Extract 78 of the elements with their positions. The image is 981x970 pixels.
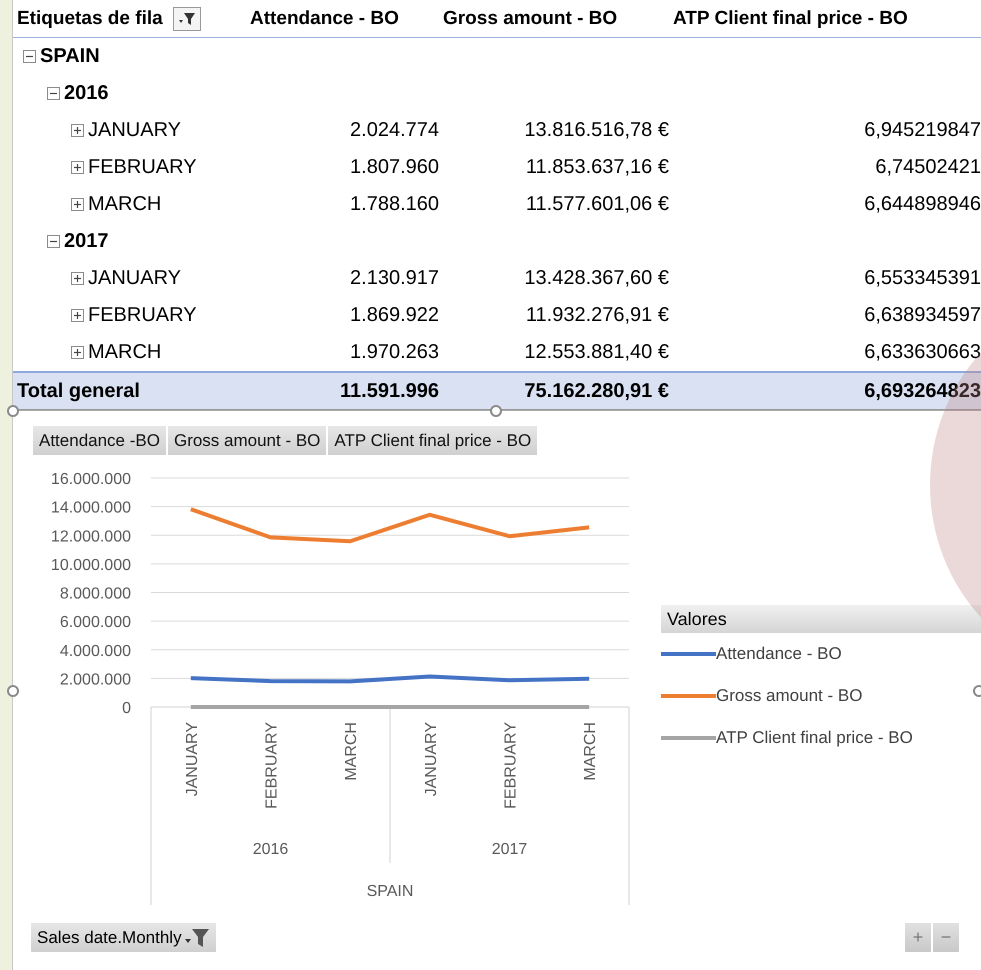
row-label: FEBRUARY [88,156,197,179]
table-cell: 12.553.881,40 € [524,341,669,363]
table-cell: 6,693264823 [864,380,981,402]
row-label: MARCH [88,193,162,216]
axis-tick-label: 0 [122,700,131,717]
table-cell: 11.932.276,91 € [526,304,669,326]
filter-button[interactable] [172,6,201,30]
expand-icon[interactable] [71,161,84,174]
axis-tick-label: 12.000.000 [50,528,131,546]
row-label: SPAIN [40,45,100,68]
axis-tick-label: 14.000.000 [50,500,131,517]
group-label: 2016 [252,841,288,858]
legend-label: Gross amount - BO [716,686,862,706]
table-cell: 13.428.367,60 € [524,267,669,289]
field-button[interactable]: ATP Client final price - BO [328,426,538,455]
table-cell: 2.130.917 [350,267,439,289]
filter-icon [184,926,210,948]
table-cell: 6,644898946 [864,193,981,215]
table-cell: 11.853.637,16 € [526,156,669,178]
table-cell: 11.591.996 [340,380,439,402]
collapse-icon[interactable] [47,87,60,100]
group-label: 2017 [492,841,528,858]
axis-tick-label: 4.000.000 [60,642,131,660]
legend-title: Valores [661,605,981,633]
row-label: 2017 [64,230,108,253]
column-header: ATP Client final price - BO [673,8,908,28]
field-button[interactable]: Attendance -BO [33,426,166,455]
table-cell: 11.577.601,06 € [526,193,669,215]
category-label: MARCH [582,722,600,781]
category-label: JANUARY [184,722,201,796]
table-cell: 6,633630663 [864,341,981,363]
category-label: MARCH [343,722,360,781]
table-cell: 6,638934597 [864,304,981,326]
expand-icon[interactable] [71,198,84,211]
table-cell: 6,553345391 [864,267,981,289]
legend-swatch [661,694,716,698]
category-label: FEBRUARY [264,722,280,809]
table-cell: 1.970.263 [350,341,439,363]
filter-icon [178,10,196,26]
table-cell: 75.162.280,91 € [524,380,669,402]
collapse-icon[interactable] [47,235,60,248]
row-label: Total general [17,380,140,402]
table-cell: 2.024.774 [350,119,439,141]
expand-icon[interactable] [71,124,84,137]
collapse-icon[interactable] [23,50,36,63]
resize-handle[interactable] [490,405,502,417]
row-label: JANUARY [88,119,181,142]
table-cell: 6,945219847 [864,119,981,141]
table-cell: 6,74502421 [875,156,981,178]
row-label: 2016 [64,82,108,105]
axis-tick-label: 10.000.000 [50,556,131,574]
axis-tick-label: 8.000.000 [60,586,131,602]
legend-label: ATP Client final price - BO [716,728,913,748]
expand-icon[interactable] [71,272,84,285]
table-cell: 1.807.960 [350,156,439,178]
legend-swatch [661,652,716,656]
expand-icon[interactable] [71,346,84,359]
row-label: MARCH [88,341,162,364]
table-cell: 1.869.922 [350,304,439,326]
row-label: JANUARY [88,267,181,290]
column-header: Gross amount - BO [443,8,618,28]
axis-tick-label: 16.000.000 [50,471,131,488]
category-label: FEBRUARY [502,722,520,809]
table-cell: 1.788.160 [350,193,439,215]
legend-swatch [661,736,716,740]
column-header: Attendance - BO [250,8,399,28]
legend-label: Attendance - BO [716,644,842,664]
field-button[interactable]: Gross amount - BO [168,426,326,455]
group-label: SPAIN [366,883,414,900]
table-cell: 13.816.516,78 € [524,119,669,141]
expand-icon[interactable] [71,309,84,322]
axis-tick-label: 2.000.000 [60,671,131,688]
resize-handle[interactable] [7,685,19,697]
category-label: JANUARY [422,722,440,796]
row-label: FEBRUARY [88,304,197,327]
field-button[interactable]: Sales date.Monthly [31,923,216,952]
axis-tick-label: 6.000.000 [60,614,131,632]
column-header: Etiquetas de fila [17,8,163,30]
